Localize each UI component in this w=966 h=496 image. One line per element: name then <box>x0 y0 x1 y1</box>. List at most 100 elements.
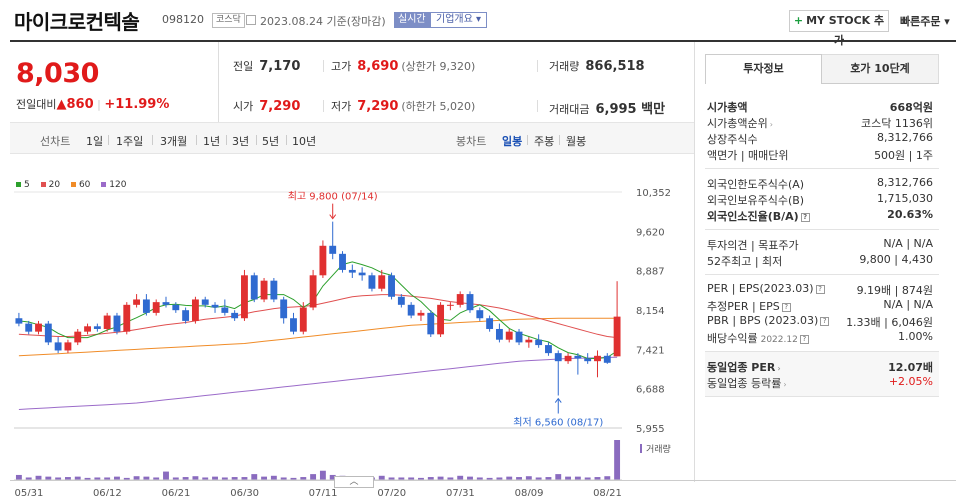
help-icon[interactable]: ? <box>781 302 791 312</box>
candlestick-chart[interactable]: 10,352 9,620 8,887 8,154 7,421 6,688 5,955 최고 9… <box>10 172 694 496</box>
candle-body <box>505 331 513 340</box>
help-icon[interactable]: ? <box>815 284 825 294</box>
chart-period-bar: 선차트 1일 1주일 3개월 1년 3년 5년 10년 봉차트 일봉 주봉 월봉 <box>10 122 694 154</box>
info-group-3: 투자의견 | 목표주가 N/A | N/A 52주최고 | 최저 9,800 | 4,… <box>705 230 939 275</box>
candle-body <box>545 345 552 354</box>
candle-monthly[interactable]: 월봉 <box>566 133 586 149</box>
plus-icon: + <box>793 14 804 27</box>
help-icon[interactable]: ? <box>800 212 810 222</box>
candle-body <box>437 304 445 335</box>
candle-weekly[interactable]: 주봉 <box>534 133 554 149</box>
candle-body <box>378 275 386 289</box>
low-annotation: 최저 6,560 (08/17) <box>513 417 603 429</box>
x-tick-label: 07/31 <box>446 488 475 496</box>
y-tick-label: 10,352 <box>636 188 671 199</box>
info-group-4: PER | EPS(2023.03)? 9.19배 | 874원 추정PER | E… <box>705 275 939 352</box>
stat-amount: 거래대금 6,995 백만 <box>549 102 666 117</box>
candle-body <box>270 280 278 300</box>
info-row[interactable]: 시가총액순위 › 코스닥 1136위 <box>705 114 939 130</box>
period-10y[interactable]: 10년 <box>292 133 316 149</box>
y-tick-label: 7,421 <box>636 345 665 356</box>
stock-header: 마이크로컨텍솔 098120 코스닥 2023.08.24 기준(장마감) 실시… <box>0 0 966 47</box>
candle-body <box>123 304 131 332</box>
period-3m[interactable]: 3개월 <box>160 133 187 149</box>
info-row[interactable]: 동일업종 PER › 12.07배 <box>705 358 939 374</box>
info-value: +2.05% <box>888 375 933 388</box>
period-1y[interactable]: 1년 <box>203 133 220 149</box>
info-value: 코스닥 1136위 <box>861 117 933 130</box>
candle-body <box>44 323 52 343</box>
x-tick-label: 08/09 <box>515 488 544 496</box>
candle-body <box>191 299 199 321</box>
info-label: 시가총액순위 › <box>707 117 773 130</box>
info-row: 52주최고 | 최저 9,800 | 4,430 <box>705 252 939 268</box>
period-1w[interactable]: 1주일 <box>116 133 143 149</box>
chevron-right-icon: › <box>769 120 773 129</box>
x-tick-label: 05/31 <box>14 488 43 496</box>
candle-body <box>368 275 376 289</box>
candle-body <box>339 253 346 270</box>
candle-body <box>603 355 611 363</box>
collapse-toggle-button[interactable]: ︿ <box>334 476 374 488</box>
price-change: 전일대비▲860 | +11.99% <box>16 97 170 112</box>
chevron-right-icon: › <box>783 380 787 389</box>
info-value: 8,312,766 <box>877 131 933 144</box>
candle-body <box>280 299 288 319</box>
period-3y[interactable]: 3년 <box>232 133 249 149</box>
info-value: 8,312,766 <box>877 176 933 189</box>
candle-body <box>64 342 72 351</box>
info-label: 동일업종 등락률 › <box>707 377 787 390</box>
help-icon[interactable]: ? <box>799 334 809 344</box>
ma120-line <box>18 356 618 410</box>
y-tick-label: 6,688 <box>636 385 665 396</box>
info-row: 상장주식수 8,312,766 <box>705 130 939 146</box>
change-percent: +11.99% <box>104 97 170 112</box>
period-1d[interactable]: 1일 <box>86 133 103 149</box>
candle-body <box>290 318 297 332</box>
info-value: 1.00% <box>898 330 933 343</box>
candle-body <box>260 280 268 300</box>
company-overview-dropdown[interactable]: 기업개요 ▾ <box>430 12 487 28</box>
info-label: 추정PER | EPS? <box>707 298 791 314</box>
info-value: N/A | N/A <box>883 237 933 250</box>
add-my-stock-button[interactable]: + MY STOCK 추가 <box>789 10 889 47</box>
period-5y[interactable]: 5년 <box>262 133 279 149</box>
tab-order-book[interactable]: 호가 10단계 <box>822 54 939 84</box>
candle-body <box>446 304 454 306</box>
volume-bar <box>163 471 169 480</box>
stat-volume: 거래량 866,518 <box>549 59 645 74</box>
candle-body <box>35 323 42 332</box>
info-label: 배당수익률 2022.12? <box>707 330 809 346</box>
candle-daily[interactable]: 일봉 <box>502 133 522 149</box>
stock-panel: 8,030 전일대비▲860 | +11.99% 전일 7,170 고가 8,690… <box>10 40 956 496</box>
info-label: 외국인한도주식수(A) <box>707 178 805 191</box>
info-label: 시가총액 <box>707 101 748 114</box>
info-group-5: 동일업종 PER › 12.07배 동일업종 등락률 › +2.05% <box>705 352 939 397</box>
chevron-right-icon: › <box>777 364 781 373</box>
quick-order-dropdown[interactable]: 빠른주문 ▾ <box>900 13 950 29</box>
candle-body <box>535 339 543 346</box>
info-value: 12.07배 <box>888 361 933 374</box>
candle-body <box>25 323 33 332</box>
candle-body <box>594 355 601 362</box>
stat-open: 시가 7,290 <box>233 99 301 114</box>
candle-body <box>133 299 141 305</box>
change-label: 전일대비 <box>16 98 57 111</box>
info-label: 투자의견 | 목표주가 <box>707 239 799 252</box>
info-value: 1.33배 | 6,046원 <box>846 316 933 329</box>
candle-body <box>466 294 474 311</box>
candle-body <box>554 353 562 362</box>
info-value: 1,715,030 <box>877 192 933 205</box>
volume-legend-swatch <box>640 444 642 453</box>
help-icon[interactable]: ? <box>820 316 830 326</box>
candle-body <box>113 315 121 332</box>
info-label: 액면가 | 매매단위 <box>707 149 789 162</box>
candle-body <box>231 312 239 319</box>
info-row: PBR | BPS (2023.03)? 1.33배 | 6,046원 <box>705 313 939 329</box>
candle-body <box>241 275 248 319</box>
base-date: 2023.08.24 기준(장마감) <box>260 15 386 28</box>
x-tick-label: 08/21 <box>593 488 622 496</box>
tab-investment-info[interactable]: 투자정보 <box>705 54 822 84</box>
info-row[interactable]: 동일업종 등락률 › +2.05% <box>705 374 939 390</box>
realtime-button[interactable]: 실시간 <box>394 12 430 28</box>
